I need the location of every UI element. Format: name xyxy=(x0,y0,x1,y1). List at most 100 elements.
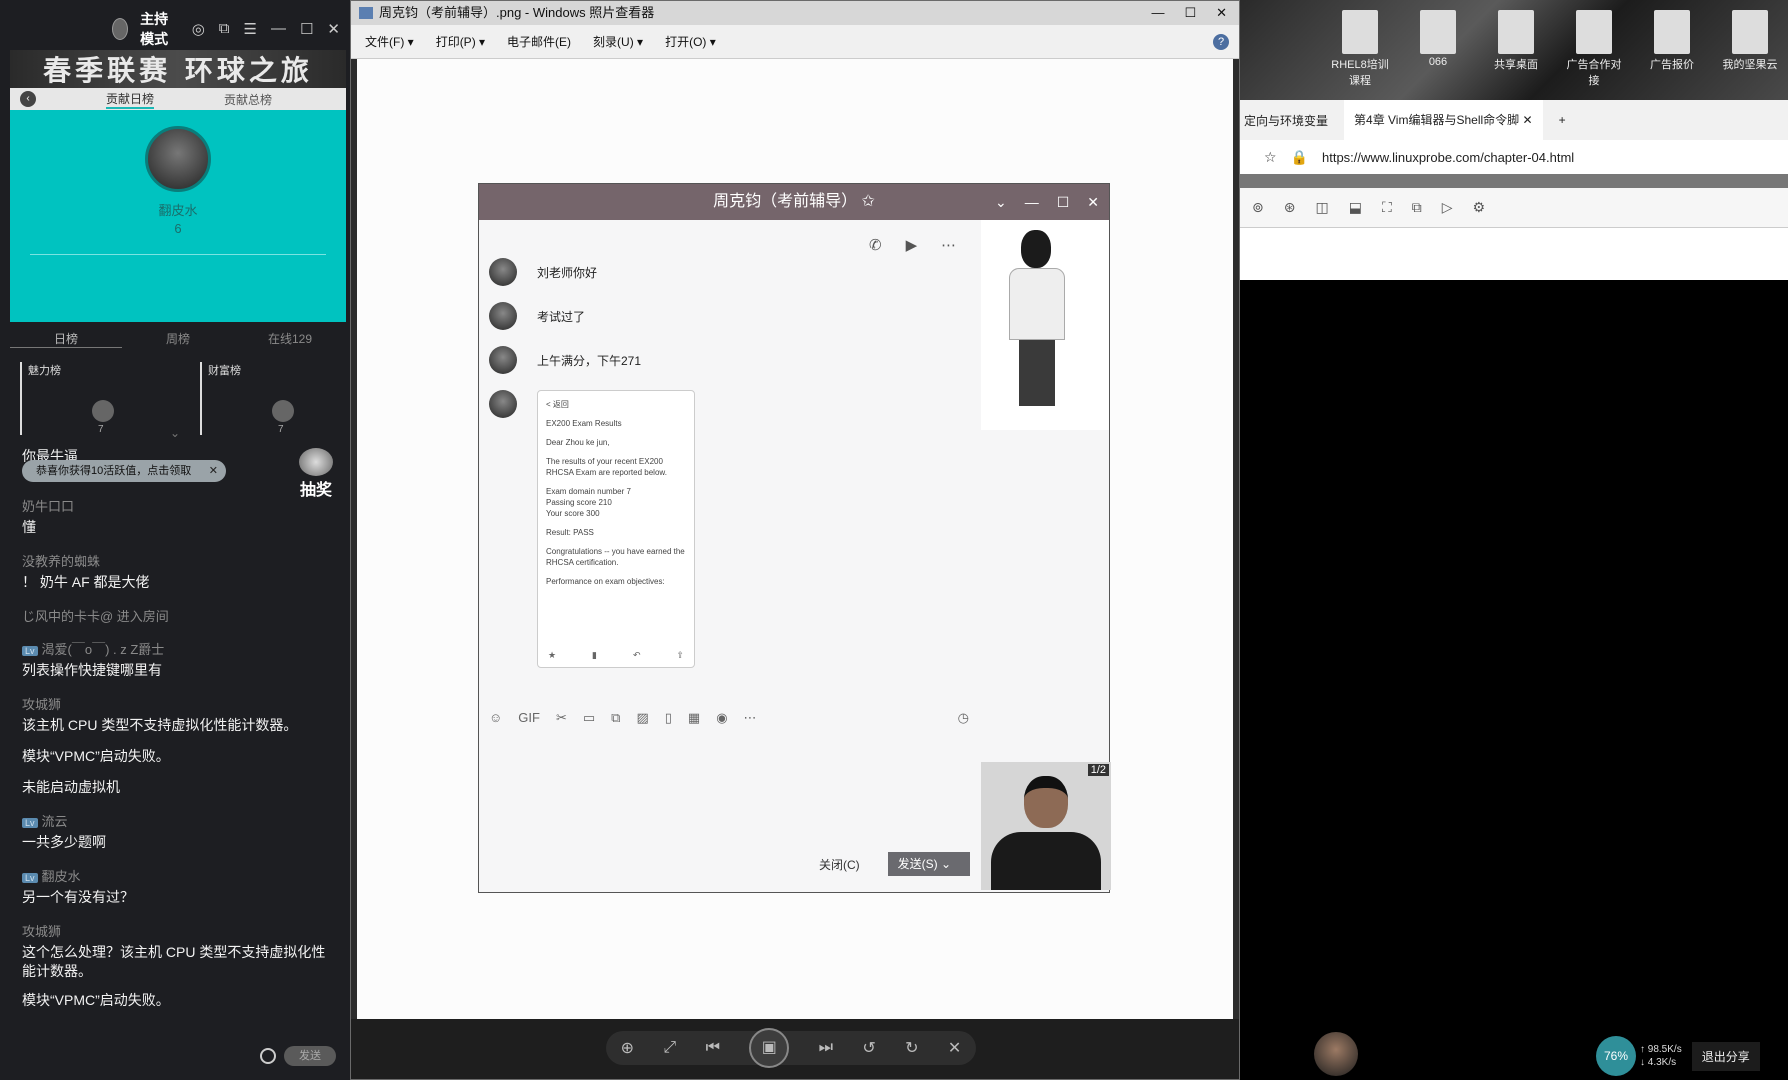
desktop-icon[interactable]: RHEL8培训课程 xyxy=(1330,10,1390,88)
exit-share-button[interactable]: 退出分享 xyxy=(1691,1041,1760,1071)
delete-icon[interactable]: ✕ xyxy=(948,1038,961,1058)
responsive-icon[interactable]: ⧉ xyxy=(1412,199,1422,216)
close-button[interactable]: 关闭(C) xyxy=(819,856,860,873)
fit-icon[interactable]: ⤢ xyxy=(663,1039,676,1057)
send-button[interactable]: 发送(S) ⌄ xyxy=(887,852,970,876)
menu-burn[interactable]: 刻录(U) ▾ xyxy=(593,33,643,50)
url-field[interactable]: https://www.linuxprobe.com/chapter-04.ht… xyxy=(1322,150,1574,165)
exam-result-screenshot[interactable]: < 返回 EX200 Exam Results Dear Zhou ke jun… xyxy=(537,390,695,668)
star-icon[interactable]: ☆ xyxy=(1264,149,1277,166)
more-icon[interactable]: ⋯ xyxy=(744,710,757,726)
minimize-icon[interactable]: — xyxy=(271,20,286,38)
phone-icon[interactable]: ✆ xyxy=(869,236,882,254)
tab-week-rank[interactable]: 周榜 xyxy=(122,330,234,348)
wealth-board[interactable]: 财富榜 7 xyxy=(200,362,340,435)
chevron-down-icon[interactable]: ⌄ xyxy=(941,857,951,871)
zoom-icon[interactable]: ⊕ xyxy=(621,1038,634,1058)
emoji-icon[interactable]: ☺ xyxy=(489,710,502,726)
maximize-icon[interactable]: ☐ xyxy=(1184,1,1196,25)
close-icon[interactable]: ✕ xyxy=(1216,1,1227,25)
chat-username[interactable]: 攻城狮 xyxy=(22,694,332,713)
maximize-icon[interactable]: ☐ xyxy=(1057,184,1070,220)
avatar[interactable] xyxy=(489,302,517,330)
reward-toast-text: 恭喜你获得10活跃值，点击领取 xyxy=(36,465,192,477)
mic-icon[interactable]: ◉ xyxy=(716,710,727,726)
chat-username[interactable]: 渴爱(￣o￣) . z Z爵士 xyxy=(42,642,165,657)
lottery-button[interactable]: 抽奖 xyxy=(296,448,336,499)
split-icon[interactable]: ◫ xyxy=(1315,199,1328,216)
tab-vim-chapter[interactable]: 第4章 Vim编辑器与Shell命令脚 ✕ xyxy=(1344,100,1543,140)
top-user-score: 6 xyxy=(174,221,182,236)
menu-icon[interactable]: ☰ xyxy=(244,20,257,38)
dock-icon[interactable]: ⬓ xyxy=(1349,199,1362,216)
chat-username[interactable]: 没教养的蜘蛛 xyxy=(22,551,332,570)
top-user-avatar[interactable] xyxy=(145,126,211,192)
presenter-avatar[interactable] xyxy=(1314,1032,1358,1076)
chat-username[interactable]: 攻城狮 xyxy=(22,921,332,940)
desktop-icon[interactable]: 广告报价 xyxy=(1642,10,1702,88)
chevron-down-icon[interactable]: ⌄ xyxy=(170,426,180,440)
close-icon[interactable]: ✕ xyxy=(209,460,218,482)
send-button[interactable]: 发送 xyxy=(284,1046,336,1066)
help-icon[interactable]: ? xyxy=(1213,33,1229,50)
console-icon[interactable]: ▷ xyxy=(1442,199,1453,216)
maximize-icon[interactable]: ☐ xyxy=(300,20,313,38)
reward-toast[interactable]: 恭喜你获得10活跃值，点击领取 ✕ xyxy=(22,460,226,482)
menu-email[interactable]: 电子邮件(E) xyxy=(507,33,571,50)
close-icon[interactable]: ✕ xyxy=(1087,184,1099,220)
history-icon[interactable]: ◷ xyxy=(958,710,969,726)
chat-username[interactable]: 翻皮水 xyxy=(42,869,81,884)
close-icon[interactable]: ✕ xyxy=(1523,113,1533,127)
chat-username[interactable]: 奶牛口口 xyxy=(22,496,332,515)
menu-open[interactable]: 打开(O) ▾ xyxy=(665,33,716,50)
desktop-icon[interactable]: 我的坚果云 xyxy=(1720,10,1780,88)
new-tab-icon[interactable]: + xyxy=(1559,113,1566,127)
inspect-icon[interactable]: ⊚ xyxy=(1252,199,1264,216)
previous-icon[interactable]: ⏮ xyxy=(706,1039,720,1057)
qq-message-list: 刘老师你好 考试过了 上午满分，下午271 < 返回 EX200 Exam Re… xyxy=(489,258,909,684)
minimize-icon[interactable]: — xyxy=(1151,1,1164,25)
gif-icon[interactable]: GIF xyxy=(518,710,540,726)
star-icon: ★ xyxy=(548,650,557,660)
phone-frame-icon[interactable]: ▯ xyxy=(665,710,672,726)
minimize-icon[interactable]: — xyxy=(1025,184,1039,220)
online-count[interactable]: 在线129 xyxy=(234,330,346,348)
chat-username[interactable]: 流云 xyxy=(42,814,68,829)
avatar[interactable] xyxy=(489,258,517,286)
desktop-icon[interactable]: 共享桌面 xyxy=(1486,10,1546,88)
divider xyxy=(30,254,326,255)
tab-day-rank[interactable]: 日榜 xyxy=(10,330,122,348)
tab-env-vars[interactable]: 定向与环境变量 xyxy=(1244,112,1328,129)
more-icon[interactable]: ⋯ xyxy=(941,236,956,254)
next-icon[interactable]: ⏭ xyxy=(819,1039,833,1057)
scissors-icon[interactable]: ✂ xyxy=(556,710,567,726)
rotate-left-icon[interactable]: ↺ xyxy=(862,1038,875,1058)
back-icon[interactable]: ‹ xyxy=(20,91,36,107)
close-icon[interactable]: ✕ xyxy=(327,20,340,38)
settings-icon[interactable]: ◎ xyxy=(192,20,205,38)
tab-total[interactable]: 贡献总榜 xyxy=(224,91,272,108)
avatar[interactable] xyxy=(489,390,517,418)
menu-print[interactable]: 打印(P) ▾ xyxy=(436,33,485,50)
video-icon[interactable]: ▶ xyxy=(906,236,918,254)
desktop-icon[interactable]: 066 xyxy=(1408,10,1468,88)
settings-icon[interactable]: ⚙ xyxy=(1473,199,1486,216)
emoji-icon[interactable] xyxy=(260,1048,276,1064)
desktop-icon[interactable]: 广告合作对接 xyxy=(1564,10,1624,88)
screenshot-icon[interactable]: ⧉ xyxy=(611,710,620,726)
calendar-icon[interactable]: ▦ xyxy=(688,710,700,726)
menu-file[interactable]: 文件(F) ▾ xyxy=(365,33,414,50)
chevron-down-icon[interactable]: ⌄ xyxy=(995,184,1007,220)
charm-board[interactable]: 魅力榜 7 xyxy=(20,362,160,435)
debug-icon[interactable]: ⊛ xyxy=(1284,199,1296,216)
tab-daily[interactable]: 贡献日榜 xyxy=(106,90,155,109)
popout-icon[interactable]: ⧉ xyxy=(219,20,230,38)
slideshow-icon[interactable]: ▣ xyxy=(749,1028,790,1068)
folder-icon[interactable]: ▭ xyxy=(583,710,595,726)
avatar[interactable] xyxy=(489,346,517,374)
host-avatar[interactable] xyxy=(112,18,129,40)
rotate-right-icon[interactable]: ↻ xyxy=(905,1038,918,1058)
screenshot-icon[interactable]: ⛶ xyxy=(1382,199,1392,216)
image-icon[interactable]: ▨ xyxy=(636,710,648,726)
star-icon[interactable]: ✩ xyxy=(862,193,875,210)
